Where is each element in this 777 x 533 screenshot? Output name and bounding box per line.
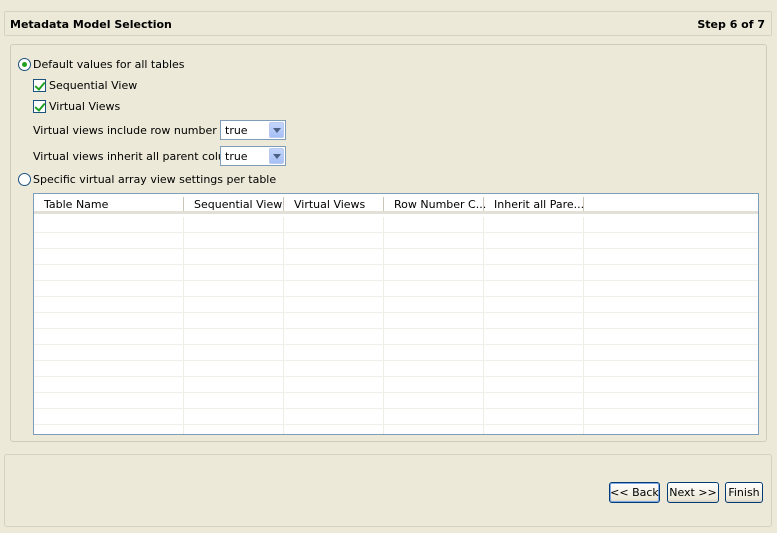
column-divider[interactable] [383, 197, 384, 211]
table-row [34, 217, 758, 233]
column-divider[interactable] [483, 197, 484, 211]
table-body [34, 217, 758, 434]
column-divider[interactable] [583, 197, 584, 211]
table-row [34, 409, 758, 425]
sequential-view-checkbox[interactable] [33, 79, 46, 92]
table-row [34, 281, 758, 297]
column-divider[interactable] [283, 197, 284, 211]
table-row [34, 329, 758, 345]
inherit-columns-value: true [225, 150, 248, 163]
table-settings-grid[interactable]: Table Name Sequential View Virtual Views… [33, 193, 759, 435]
table-row [34, 377, 758, 393]
inherit-columns-label: Virtual views inherit all parent columns [33, 150, 249, 163]
step-indicator: Step 6 of 7 [697, 18, 765, 31]
back-button[interactable]: << Back [609, 482, 660, 503]
column-header-virtual-views[interactable]: Virtual Views [294, 198, 365, 211]
column-header-sequential-view[interactable]: Sequential View [194, 198, 282, 211]
row-number-select[interactable]: true [220, 120, 286, 140]
table-row [34, 345, 758, 361]
chevron-down-icon[interactable] [269, 148, 284, 164]
row-number-label: Virtual views include row number [33, 124, 217, 137]
column-header-row-number[interactable]: Row Number C... [394, 198, 486, 211]
row-number-value: true [225, 124, 248, 137]
virtual-views-label[interactable]: Virtual Views [49, 100, 120, 113]
specific-settings-label[interactable]: Specific virtual array view settings per… [33, 173, 276, 186]
column-header-inherit-parent[interactable]: Inherit all Pare... [494, 198, 584, 211]
table-row [34, 233, 758, 249]
default-values-radio[interactable] [18, 58, 31, 71]
page-title: Metadata Model Selection [10, 18, 172, 31]
chevron-down-icon[interactable] [269, 122, 284, 138]
table-row [34, 265, 758, 281]
table-row [34, 393, 758, 409]
specific-settings-radio[interactable] [18, 173, 31, 186]
finish-button[interactable]: Finish [725, 482, 763, 503]
default-values-label[interactable]: Default values for all tables [33, 58, 185, 71]
wizard-header: Metadata Model Selection Step 6 of 7 [4, 11, 772, 36]
table-header: Table Name Sequential View Virtual Views… [34, 194, 758, 214]
column-divider[interactable] [183, 197, 184, 211]
next-button[interactable]: Next >> [667, 482, 719, 503]
table-row [34, 297, 758, 313]
inherit-columns-select[interactable]: true [220, 146, 286, 166]
table-row [34, 249, 758, 265]
sequential-view-label[interactable]: Sequential View [49, 79, 137, 92]
table-row [34, 313, 758, 329]
table-row [34, 361, 758, 377]
virtual-views-checkbox[interactable] [33, 100, 46, 113]
column-header-table-name[interactable]: Table Name [44, 198, 108, 211]
